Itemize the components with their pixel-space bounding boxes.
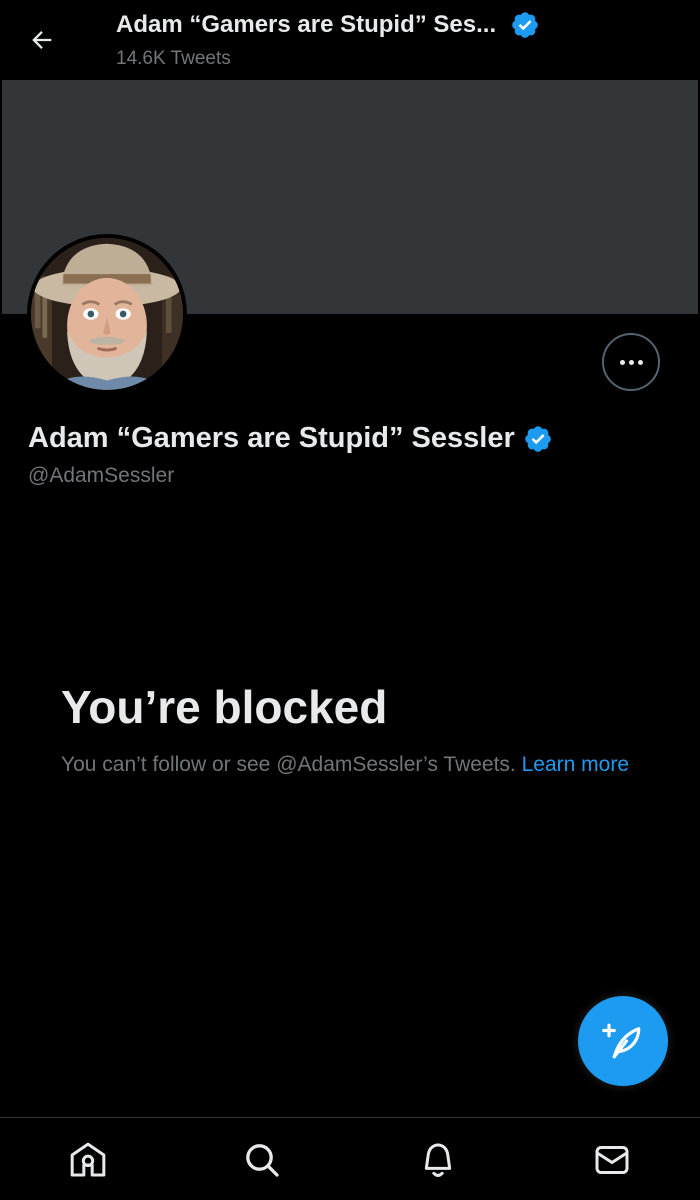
more-dots-icon <box>619 359 625 365</box>
more-dot <box>628 359 634 365</box>
compose-tweet-button[interactable] <box>578 996 668 1086</box>
profile-screen: Adam “Gamers are Stupid” Ses... 14.6K Tw… <box>0 0 700 1200</box>
profile-name-row: Adam “Gamers are Stupid” Sessler <box>28 422 553 455</box>
more-dot <box>637 359 643 365</box>
back-button[interactable] <box>20 18 64 62</box>
notifications-bell-icon <box>424 1143 452 1177</box>
header-title: Adam “Gamers are Stupid” Ses... <box>116 11 497 38</box>
nav-messages[interactable] <box>592 1140 632 1180</box>
blocked-title: You’re blocked <box>61 681 388 733</box>
messages-mail-icon <box>595 1146 629 1174</box>
nav-notifications[interactable] <box>418 1140 458 1180</box>
learn-more-link[interactable]: Learn more <box>522 753 629 776</box>
header-tweet-count: 14.6K Tweets <box>116 48 231 69</box>
verified-badge-icon <box>510 10 540 40</box>
top-header: Adam “Gamers are Stupid” Ses... 14.6K Tw… <box>0 0 700 80</box>
blocked-description: You can’t follow or see @AdamSessler’s T… <box>61 748 661 781</box>
avatar[interactable] <box>27 234 187 394</box>
nav-search[interactable] <box>242 1140 282 1180</box>
compose-feather-icon <box>602 1023 641 1059</box>
arrow-left-icon <box>32 31 52 49</box>
header-title-row: Adam “Gamers are Stupid” Ses... <box>116 10 540 40</box>
avatar-image <box>31 238 183 390</box>
blocked-description-text: You can’t follow or see @AdamSessler’s T… <box>61 753 516 776</box>
profile-handle: @AdamSessler <box>28 464 175 487</box>
search-icon <box>246 1144 279 1177</box>
bottom-nav <box>0 1117 700 1200</box>
nav-home[interactable] <box>68 1140 108 1180</box>
more-options-button[interactable] <box>602 333 660 391</box>
profile-name: Adam “Gamers are Stupid” Sessler <box>28 422 515 454</box>
home-icon <box>70 1142 106 1177</box>
verified-badge-icon <box>523 424 553 454</box>
